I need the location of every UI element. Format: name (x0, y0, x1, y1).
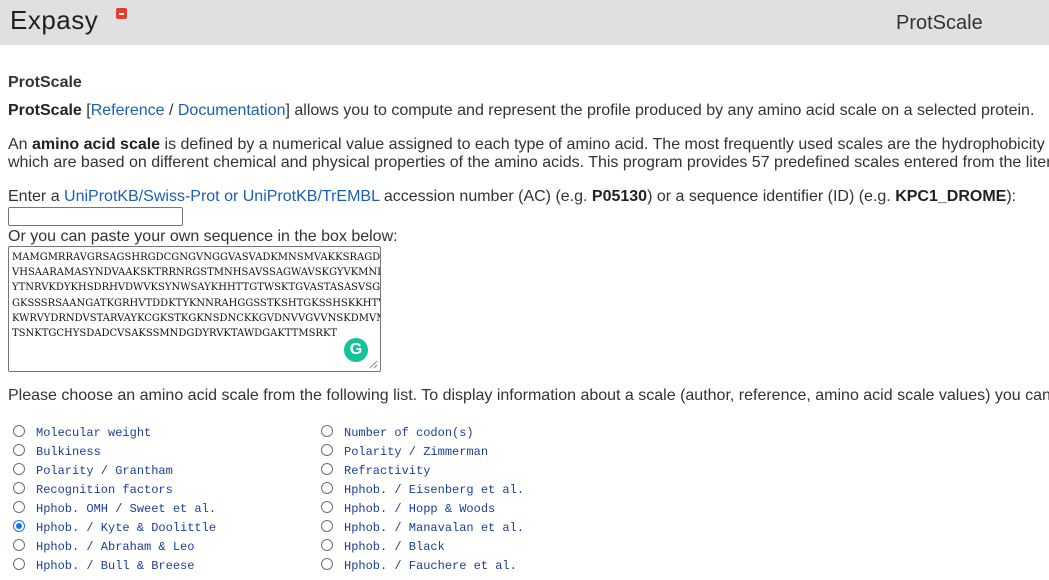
scale-label: Recognition factors (36, 483, 173, 497)
bracket-open: [ (81, 102, 91, 119)
scale-label: Refractivity (344, 464, 431, 478)
radio-button[interactable] (13, 501, 25, 513)
enter-text-mid: accession number (AC) (e.g. (379, 188, 592, 205)
enter-text: Enter a (8, 188, 65, 205)
sequence-line: YTNRVKDYKHSDRHVDWVKSYNWSAYKHHTTGTWSKTGVA… (12, 282, 381, 294)
accession-input[interactable] (8, 207, 183, 226)
sequence-textarea[interactable]: MAMGMRRAVGRSAGSHRGDCGNGVNGGVASVADKMNSMVA… (8, 246, 381, 372)
scale-label: Bulkiness (36, 445, 101, 459)
radio-button[interactable] (13, 558, 25, 570)
definition-text-rest: is defined by a numerical value assigned… (160, 136, 1045, 153)
scale-label: Hphob. / Black (344, 540, 445, 554)
scale-label: Hphob. / Bull & Breese (36, 559, 195, 573)
expasy-logo[interactable]: Expasy (10, 4, 127, 38)
logo-text: Expasy (10, 5, 99, 35)
sequence-line: GKSSSRSAANGATKGRHVTDDKTYKNNRAHGGSSTKSHTG… (12, 297, 381, 309)
scale-label: Number of codon(s) (344, 426, 474, 440)
site-header: Expasy ProtScale (0, 0, 1049, 45)
scale-label: Hphob. OMH / Sweet et al. (36, 502, 217, 516)
page-heading: ProtScale (8, 74, 82, 91)
scale-label: Hphob. / Kyte & Doolittle (36, 521, 217, 535)
radio-button[interactable] (13, 444, 25, 456)
resize-handle-icon[interactable] (368, 359, 378, 369)
radio-button[interactable] (321, 444, 333, 456)
radio-button[interactable] (321, 482, 333, 494)
grammarly-icon[interactable]: G (344, 338, 368, 362)
radio-button[interactable] (321, 463, 333, 475)
enter-text-mid-2: ) or a sequence identifier (ID) (e.g. (647, 188, 896, 205)
choose-scale-text: Please choose an amino acid scale from t… (8, 387, 1049, 404)
sequence-line: TSNKTGCHYSDADCVSAKSSMNDGDYRVKTAWDGAKTTMS… (12, 328, 338, 340)
example-ac: P05130 (591, 188, 648, 205)
radio-button[interactable] (321, 501, 333, 513)
link-separator: / (164, 102, 178, 119)
radio-button[interactable] (321, 539, 333, 551)
uniprot-link[interactable]: UniProtKB/Swiss-Prot or UniProtKB/TrEMBL (64, 188, 379, 205)
definition-text: An (8, 136, 33, 153)
example-id: KPC1_DROME (895, 188, 1007, 205)
radio-button[interactable] (321, 425, 333, 437)
scale-label: Hphob. / Fauchere et al. (344, 559, 517, 573)
sequence-line: VHSAARAMASYNDVAAKSKTRRNRGSTMNHSAVSSAGWAV… (12, 267, 381, 279)
tool-name: ProtScale (8, 102, 82, 119)
radio-button[interactable] (321, 558, 333, 570)
documentation-link[interactable]: Documentation (178, 102, 286, 119)
radio-button[interactable] (13, 539, 25, 551)
intro-text: ] allows you to compute and represent th… (285, 102, 1035, 119)
scale-label: Polarity / Zimmerman (344, 445, 489, 459)
scale-label: Polarity / Grantham (36, 464, 173, 478)
enter-accession-label: Enter a UniProtKB/Swiss-Prot or UniProtK… (8, 188, 1016, 206)
scale-label: Molecular weight (36, 426, 152, 440)
scale-label: Hphob. / Manavalan et al. (344, 521, 525, 535)
enter-text-end: ): (1006, 188, 1017, 205)
radio-button[interactable] (13, 482, 25, 494)
amino-acid-scale-term: amino acid scale (32, 136, 161, 153)
paste-sequence-label: Or you can paste your own sequence in th… (8, 228, 398, 245)
definition-line-1: An amino acid scale is defined by a nume… (8, 136, 1045, 154)
logo-mark-icon (116, 8, 127, 19)
reference-link[interactable]: Reference (91, 102, 165, 119)
radio-button[interactable] (13, 463, 25, 475)
radio-button[interactable] (321, 520, 333, 532)
radio-button-selected[interactable] (13, 520, 25, 532)
header-title: ProtScale (896, 12, 983, 34)
sequence-line: MAMGMRRAVGRSAGSHRGDCGNGVNGGVASVADKMNSMVA… (12, 252, 381, 263)
scale-label: Hphob. / Hopp & Woods (344, 502, 496, 516)
intro-paragraph: ProtScale [Reference / Documentation] al… (8, 102, 1034, 120)
scale-label: Hphob. / Eisenberg et al. (344, 483, 525, 497)
definition-line-2: which are based on different chemical an… (8, 154, 1049, 171)
radio-button[interactable] (13, 425, 25, 437)
scale-label: Hphob. / Abraham & Leo (36, 540, 195, 554)
sequence-line: KWRVYDRNDVSTARVAYKCGKSTKGKNSDNCKKGVDNVVG… (12, 312, 381, 324)
